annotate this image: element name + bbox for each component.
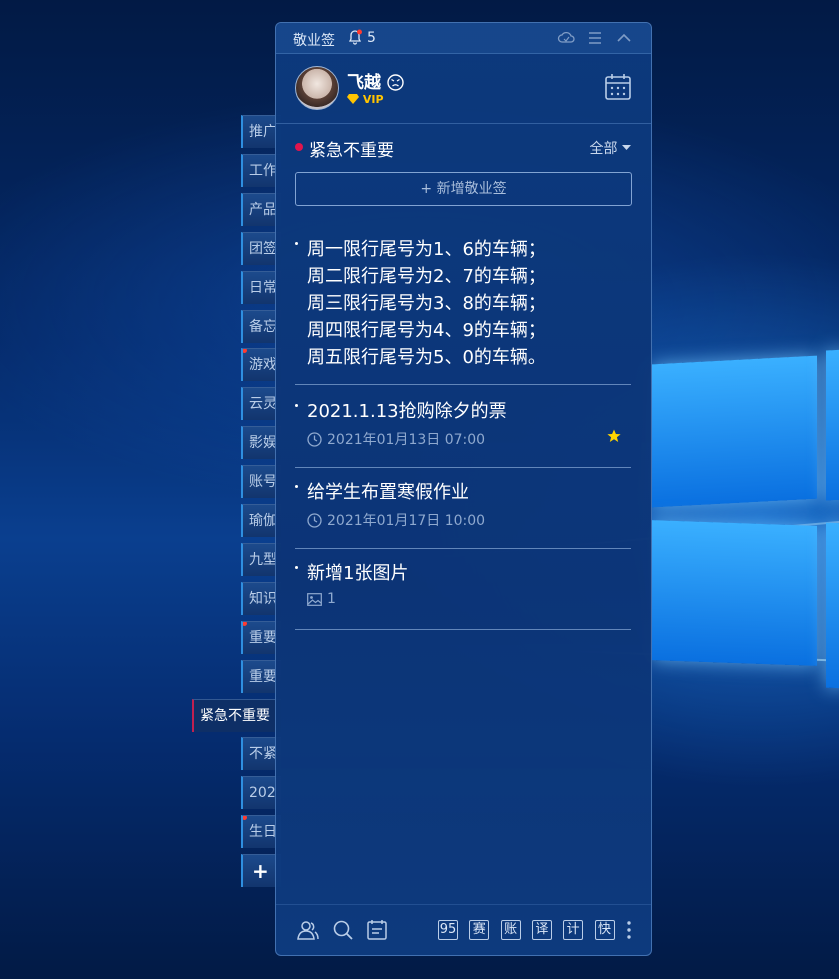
more-options-icon[interactable] [627, 920, 631, 940]
clock-icon [307, 513, 322, 528]
calendar-icon[interactable] [604, 73, 632, 101]
search-icon[interactable] [331, 918, 355, 942]
category-tab-label: + [252, 859, 269, 884]
unread-marker [243, 349, 247, 354]
note-meta: 2021年01月17日 10:00 [307, 510, 631, 530]
note-meta-text: 1 [327, 591, 336, 607]
sticky-note-panel: 敬业签 5 飞越 VIP 紧急不重要 全部 + 新增敬业签 周一限行尾号为1、6… [275, 22, 652, 956]
category-tab-label: 紧急不重要 [200, 707, 270, 724]
note-meta-text: 2021年01月13日 07:00 [327, 432, 486, 448]
category-tab-label: 知识 [249, 590, 277, 607]
bell-icon[interactable] [347, 29, 363, 45]
quick-tool-button[interactable]: 95 [438, 920, 458, 940]
category-color-dot [295, 143, 303, 151]
add-note-button[interactable]: + 新增敬业签 [295, 172, 632, 206]
category-tab-label: 九型 [249, 551, 277, 568]
windows-logo-pane [826, 349, 839, 501]
unread-marker [243, 621, 247, 626]
note-bullet [295, 485, 298, 488]
note-text: 新增1张图片 [307, 563, 409, 584]
category-tab-label: 生日 [249, 824, 277, 841]
note-item[interactable]: 新增1张图片 1 [295, 560, 631, 630]
note-text: 周一限行尾号为1、6的车辆； 周二限行尾号为2、7的车辆； 周三限行尾号为3、8… [307, 239, 546, 368]
category-tab-label: 影娱 [249, 435, 277, 452]
profile-section: 飞越 VIP [276, 53, 651, 124]
avatar[interactable] [295, 66, 339, 110]
note-text: 2021.1.13抢购除夕的票 [307, 401, 507, 422]
notes-list-icon[interactable] [365, 918, 389, 942]
category-tab-label: 202 [249, 785, 276, 802]
note-bullet [295, 566, 298, 569]
category-tab-label: 游戏 [249, 357, 277, 374]
note-bullet [295, 404, 298, 407]
angry-face-icon [387, 74, 404, 91]
category-tab-label: 工作 [249, 162, 277, 179]
windows-logo-pane [652, 520, 817, 666]
windows-logo-pane [826, 522, 839, 689]
quick-tool-button[interactable]: 赛 [469, 920, 490, 940]
quick-tool-button[interactable]: 计 [563, 920, 584, 940]
category-tab-label: 账号 [249, 474, 277, 491]
category-tab-label: 云灵 [249, 396, 277, 413]
clock-icon [307, 432, 322, 447]
diamond-icon [347, 94, 359, 104]
category-tab-label: 团签 [249, 240, 277, 257]
category-tab-label: 日常 [249, 279, 277, 296]
category-title: 紧急不重要 [309, 141, 394, 161]
note-meta: 1 [307, 591, 631, 611]
category-tab-label: 备忘 [249, 318, 277, 335]
app-title: 敬业签 [293, 33, 335, 49]
windows-logo-pane [652, 355, 817, 508]
image-icon [307, 593, 322, 606]
category-tab-label: 推广 [249, 124, 277, 140]
note-meta: 2021年01月13日 07:00 [307, 429, 631, 449]
quick-tool-button[interactable]: 账 [500, 920, 521, 940]
bottom-toolbar: 95 赛账译计快 [276, 904, 651, 955]
note-bullet [295, 242, 298, 245]
note-item[interactable]: 2021.1.13抢购除夕的票 2021年01月13日 07:00 [295, 398, 631, 468]
category-tab-label: 不紧 [249, 746, 277, 763]
caret-down-icon [622, 145, 631, 150]
username: 飞越 [347, 68, 404, 93]
cloud-sync-icon[interactable] [557, 29, 575, 47]
chevron-up-icon[interactable] [615, 29, 633, 47]
note-item[interactable]: 给学生布置寒假作业 2021年01月17日 10:00 [295, 479, 631, 549]
note-meta-text: 2021年01月17日 10:00 [327, 513, 486, 529]
filter-dropdown[interactable]: 全部 [590, 138, 631, 158]
note-text: 给学生布置寒假作业 [307, 482, 469, 503]
category-tab-label: 重要 [249, 668, 277, 685]
quick-tool-button[interactable]: 快 [594, 920, 615, 940]
star-icon[interactable] [607, 429, 621, 443]
category-tab-label: 瑜伽 [249, 513, 277, 529]
category-tab-label: 重要 [249, 629, 277, 646]
category-tab-label: 产品 [249, 201, 277, 218]
menu-icon[interactable] [586, 29, 604, 47]
contacts-icon[interactable] [296, 918, 320, 942]
note-item[interactable]: 周一限行尾号为1、6的车辆； 周二限行尾号为2、7的车辆； 周三限行尾号为3、8… [295, 236, 631, 385]
unread-marker [243, 816, 247, 821]
notification-count: 5 [367, 30, 376, 46]
vip-badge: VIP [347, 93, 384, 106]
category-tab[interactable]: 紧急不重要 [192, 698, 281, 732]
quick-tool-button[interactable]: 译 [531, 920, 552, 940]
title-bar: 敬业签 5 [276, 23, 651, 54]
